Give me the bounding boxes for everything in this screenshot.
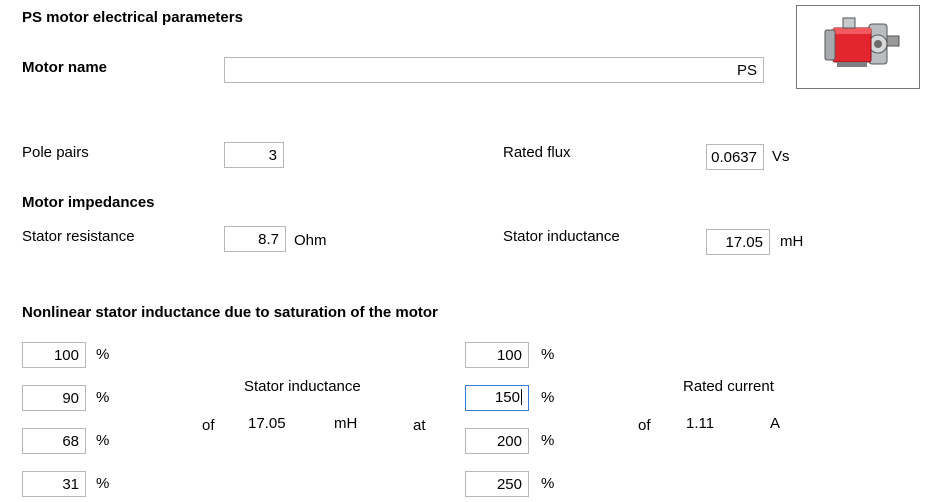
motor-image-panel <box>796 5 920 89</box>
inductance-percent-2-input[interactable] <box>22 385 86 411</box>
rated-flux-label: Rated flux <box>503 144 571 161</box>
inductance-percent-1-input[interactable] <box>22 342 86 368</box>
motor-name-label: Motor name <box>22 59 108 76</box>
inductance-percent-3-input[interactable] <box>22 428 86 454</box>
inductance-percent-3-unit: % <box>96 432 110 449</box>
inductance-percent-1-unit: % <box>96 346 110 363</box>
inductance-reference-unit: mH <box>334 415 358 432</box>
motor-impedances-title: Motor impedances <box>22 194 155 211</box>
current-percent-2-unit: % <box>541 389 555 406</box>
inductance-percent-4-input[interactable] <box>22 471 86 497</box>
current-percent-1-unit: % <box>541 346 555 363</box>
current-percent-4-unit: % <box>541 475 555 492</box>
rated-current-value: 1.11 <box>686 415 715 432</box>
rated-current-label: Rated current <box>683 378 774 395</box>
pole-pairs-input[interactable] <box>224 142 284 168</box>
text-caret <box>521 389 522 405</box>
pole-pairs-label: Pole pairs <box>22 144 89 161</box>
current-percent-2-value: 150 <box>494 389 520 406</box>
motor-icon <box>824 17 900 67</box>
nonlinear-stator-inductance-label: Stator inductance <box>244 378 361 395</box>
current-of-label: of <box>638 417 651 434</box>
current-percent-1-input[interactable] <box>465 342 529 368</box>
stator-inductance-unit: mH <box>780 233 804 250</box>
stator-resistance-label: Stator resistance <box>22 228 135 245</box>
inductance-percent-4-unit: % <box>96 475 110 492</box>
rated-flux-unit: Vs <box>772 148 790 165</box>
current-percent-4-input[interactable] <box>465 471 529 497</box>
page-title: PS motor electrical parameters <box>22 9 243 26</box>
motor-name-input[interactable] <box>224 57 764 83</box>
inductance-percent-2-unit: % <box>96 389 110 406</box>
current-percent-2-input[interactable]: 150 <box>465 385 529 411</box>
inductance-reference-value: 17.05 <box>248 415 286 432</box>
stator-inductance-input[interactable] <box>706 229 770 255</box>
at-label: at <box>413 417 426 434</box>
rated-current-unit: A <box>770 415 781 432</box>
current-percent-3-unit: % <box>541 432 555 449</box>
stator-resistance-input[interactable] <box>224 226 286 252</box>
current-percent-3-input[interactable] <box>465 428 529 454</box>
rated-flux-input[interactable] <box>706 144 764 170</box>
nonlinear-title: Nonlinear stator inductance due to satur… <box>22 304 438 321</box>
stator-inductance-label: Stator inductance <box>503 228 620 245</box>
stator-resistance-unit: Ohm <box>294 232 327 249</box>
inductance-of-label: of <box>202 417 215 434</box>
